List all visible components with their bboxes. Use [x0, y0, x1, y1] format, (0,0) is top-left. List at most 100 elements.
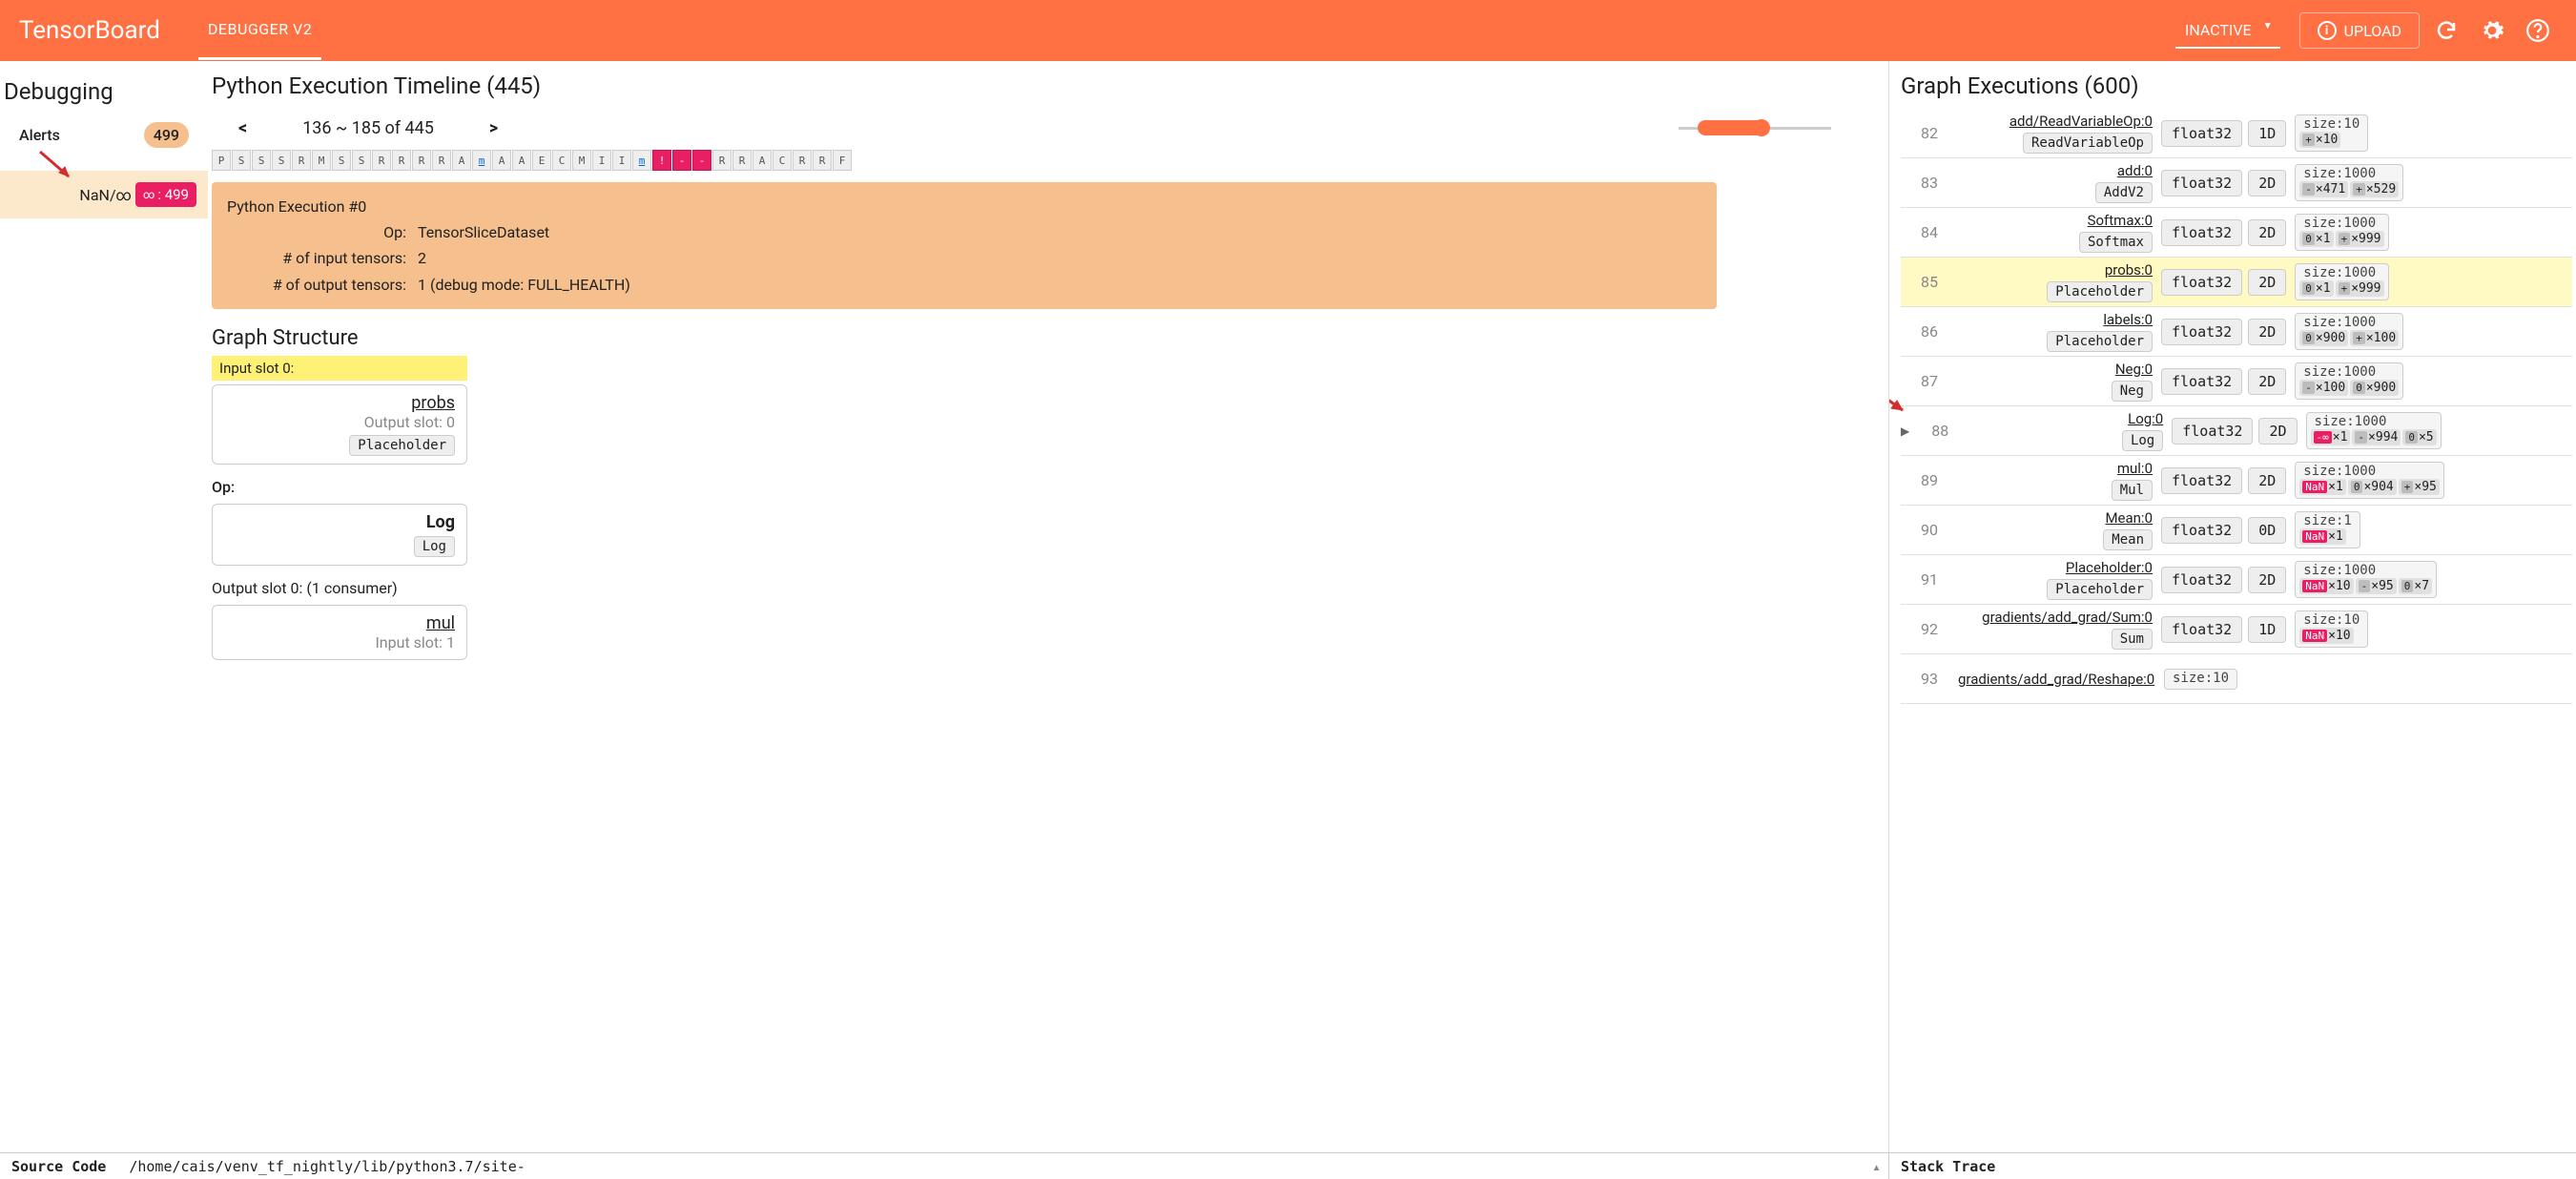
op-box[interactable]: Log Log	[212, 504, 467, 566]
tab-debugger-v2[interactable]: DEBUGGER V2	[198, 1, 321, 60]
timeline-cell[interactable]: S	[252, 150, 271, 171]
tensor-name[interactable]: gradients/add_grad/Sum:0	[1958, 609, 2153, 626]
alert-type-label: NaN/∞	[79, 186, 132, 204]
exec-index: 83	[1901, 174, 1958, 192]
graph-exec-row[interactable]: 90 Mean:0 Mean float32 0D size:1 NaN×1	[1901, 506, 2572, 555]
upload-button[interactable]: i UPLOAD	[2299, 12, 2420, 49]
tensor-name[interactable]: Softmax:0	[1958, 212, 2153, 229]
tensor-name[interactable]: Neg:0	[1958, 361, 2153, 378]
tensor-name[interactable]: add/ReadVariableOp:0	[1958, 113, 2153, 130]
timeline-cell[interactable]: R	[432, 150, 451, 171]
settings-icon[interactable]	[2473, 11, 2511, 50]
tensor-name[interactable]: mul:0	[1958, 460, 2153, 477]
timeline-cell[interactable]: A	[492, 150, 511, 171]
timeline-slider[interactable]	[1679, 127, 1831, 130]
timeline-cell[interactable]: P	[212, 150, 231, 171]
timeline-cell[interactable]: M	[312, 150, 331, 171]
shape-chip: 2D	[2248, 467, 2286, 494]
timeline-cell[interactable]: E	[532, 150, 551, 171]
graph-exec-row[interactable]: 91 Placeholder:0 Placeholder float32 2D …	[1901, 555, 2572, 605]
timeline-cell[interactable]: R	[392, 150, 411, 171]
op-chip: Mean	[2103, 529, 2153, 550]
size-chip-group: size:1000 NaN×10×904+×95	[2295, 462, 2444, 499]
op-chip: ReadVariableOp	[2023, 133, 2153, 154]
graph-exec-row[interactable]: 85 probs:0 Placeholder float32 2D size:1…	[1901, 258, 2572, 307]
source-path: /home/cais/venv_tf_nightly/lib/python3.7…	[117, 1154, 536, 1179]
tensor-name[interactable]: gradients/add_grad/Reshape:0	[1958, 671, 2153, 688]
tensor-name[interactable]: Log:0	[1968, 410, 2163, 427]
output-tensor-box[interactable]: mul Input slot: 1	[212, 605, 467, 660]
timeline-cell[interactable]: C	[773, 150, 792, 171]
op-chip: Mul	[2112, 480, 2153, 501]
graph-exec-row[interactable]: 92 gradients/add_grad/Sum:0 Sum float32 …	[1901, 605, 2572, 654]
size-chip-group: size:1000 0×900+×100	[2295, 313, 2403, 350]
next-page-button[interactable]: >	[482, 118, 505, 138]
timeline-cell[interactable]: A	[752, 150, 772, 171]
dtype-chip: float32	[2161, 517, 2242, 544]
tensor-name[interactable]: add:0	[1958, 162, 2153, 179]
timeline-cell[interactable]: S	[232, 150, 251, 171]
expand-triangle-icon[interactable]: ▶	[1901, 424, 1909, 438]
help-icon[interactable]	[2519, 11, 2557, 50]
timeline-cell[interactable]: S	[272, 150, 291, 171]
alert-type-count-badge: ∞: 499	[135, 182, 196, 207]
graph-exec-row[interactable]: 82 add/ReadVariableOp:0 ReadVariableOp f…	[1901, 109, 2572, 158]
debugging-heading: Debugging	[0, 71, 208, 116]
timeline-cell[interactable]: m	[632, 150, 651, 171]
exec-index: 86	[1901, 322, 1958, 341]
graph-exec-row[interactable]: 87 Neg:0 Neg float32 2D size:1000 -×1000…	[1901, 357, 2572, 406]
shape-chip: 2D	[2248, 319, 2286, 345]
timeline-cell[interactable]: m	[472, 150, 491, 171]
exec-index: 93	[1901, 670, 1958, 688]
timeline-cell[interactable]: -	[672, 150, 691, 171]
input-tensor-box[interactable]: probs Output slot: 0 Placeholder	[212, 384, 467, 465]
graph-exec-row[interactable]: 93 gradients/add_grad/Reshape:0 size:10	[1901, 654, 2572, 704]
dtype-chip: float32	[2161, 319, 2242, 345]
timeline-cell[interactable]: S	[352, 150, 371, 171]
graph-exec-row[interactable]: 83 add:0 AddV2 float32 2D size:1000 -×47…	[1901, 158, 2572, 208]
footer-bar: Source Code /home/cais/venv_tf_nightly/l…	[0, 1152, 2576, 1179]
timeline-cell[interactable]: A	[452, 150, 471, 171]
stack-trace-label[interactable]: Stack Trace	[1889, 1154, 2576, 1179]
dtype-chip: float32	[2161, 170, 2242, 196]
timeline-cell[interactable]: R	[372, 150, 391, 171]
graph-exec-row[interactable]: 86 labels:0 Placeholder float32 2D size:…	[1901, 307, 2572, 357]
timeline-cell[interactable]: I	[592, 150, 611, 171]
size-chip-group: size:1000 0×1+×999	[2295, 263, 2388, 300]
graph-exec-row[interactable]: 89 mul:0 Mul float32 2D size:1000 NaN×10…	[1901, 456, 2572, 506]
alert-nan-inf[interactable]: NaN/∞ ∞: 499	[0, 171, 208, 218]
source-code-label[interactable]: Source Code	[0, 1154, 117, 1179]
graph-exec-row[interactable]: ▶ 88 Log:0 Log float32 2D size:1000 -∞×1…	[1901, 406, 2572, 456]
timeline-cell[interactable]: M	[572, 150, 591, 171]
timeline-cell[interactable]: I	[612, 150, 631, 171]
op-chip: Neg	[2112, 381, 2153, 402]
timeline-cell[interactable]: R	[292, 150, 311, 171]
size-chip-group: size:10	[2164, 669, 2237, 690]
shape-chip: 2D	[2258, 418, 2297, 445]
timeline-strip: PSSSRMSSRRRRAmAAECMIIm!--RRACRRF	[212, 148, 1888, 173]
shape-chip: 1D	[2248, 616, 2286, 643]
tensor-name[interactable]: Mean:0	[1958, 509, 2153, 527]
timeline-cell[interactable]: R	[712, 150, 732, 171]
timeline-cell[interactable]: R	[793, 150, 812, 171]
timeline-cell[interactable]: !	[652, 150, 671, 171]
timeline-cell[interactable]: A	[512, 150, 531, 171]
scroll-up-icon[interactable]: ▴	[1865, 1158, 1888, 1175]
tensor-name[interactable]: probs:0	[1958, 261, 2153, 279]
dtype-chip: float32	[2161, 368, 2242, 395]
timeline-cell[interactable]: -	[692, 150, 711, 171]
timeline-cell[interactable]: R	[412, 150, 431, 171]
size-chip-group: size:1000 -∞×1-×9940×5	[2306, 412, 2442, 449]
shape-chip: 2D	[2248, 567, 2286, 593]
tensor-name[interactable]: labels:0	[1958, 311, 2153, 328]
status-select[interactable]: INACTIVE	[2175, 13, 2280, 49]
timeline-cell[interactable]: R	[732, 150, 752, 171]
timeline-cell[interactable]: S	[332, 150, 351, 171]
tensor-name[interactable]: Placeholder:0	[1958, 559, 2153, 576]
timeline-cell[interactable]: R	[813, 150, 832, 171]
prev-page-button[interactable]: <	[231, 118, 255, 138]
timeline-cell[interactable]: C	[552, 150, 571, 171]
refresh-icon[interactable]	[2427, 11, 2465, 50]
timeline-cell[interactable]: F	[833, 150, 852, 171]
graph-exec-row[interactable]: 84 Softmax:0 Softmax float32 2D size:100…	[1901, 208, 2572, 258]
